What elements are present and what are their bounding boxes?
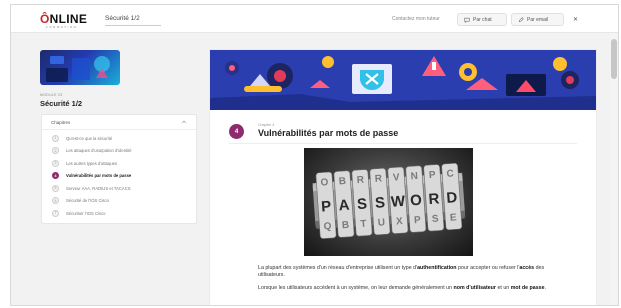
svg-text:S: S (374, 194, 385, 212)
svg-text:Q: Q (323, 221, 332, 233)
chapter-item[interactable]: 1 Qu'est-ce que la sécurité (42, 132, 196, 145)
contact-tutor-label: Contactez mon tuteur (392, 16, 440, 22)
paragraph-authentication: La plupart des systèmes d'un réseau d'en… (258, 265, 545, 278)
chapters-header[interactable]: Chapitres (42, 115, 196, 130)
chapter-number-badge: 4 (229, 124, 244, 139)
svg-text:D: D (446, 189, 458, 207)
chapter-item-label: Les attaques d'usurpation d'identité (66, 148, 132, 154)
svg-text:P: P (321, 198, 332, 216)
chapter-item[interactable]: 3 Les autres types d'attaques (42, 157, 196, 170)
paragraph-credentials: Lorsque les utilisateurs accèdent à un s… (258, 285, 547, 291)
email-button-label: Par email (527, 16, 549, 23)
chapter-number: 3 (52, 159, 59, 167)
scroll-thumb[interactable] (611, 39, 617, 79)
svg-text:S: S (357, 195, 368, 213)
app-window: ÔNLINE FORMATION Sécurité 1/2 Contactez … (10, 4, 619, 306)
chat-button-label: Par chat (473, 16, 492, 23)
svg-text:C: C (446, 168, 454, 179)
chapter-item-label: Qu'est-ce que la sécurité (66, 135, 113, 141)
chevron-up-icon (181, 120, 187, 124)
chapter-item[interactable]: 2 Les attaques d'usurpation d'identité (42, 145, 196, 158)
chapter-number: 4 (52, 172, 59, 180)
chapters-heading: Chapitres (51, 119, 71, 125)
svg-text:V: V (393, 172, 401, 183)
svg-text:O: O (410, 192, 423, 210)
course-progress-line (105, 25, 161, 26)
chapter-number: 7 (52, 209, 59, 217)
pencil-icon (518, 16, 524, 22)
lesson-content: 4 Chapitre 4 Vulnérabilités par mots de … (209, 49, 597, 305)
chapter-item-active[interactable]: 4 Vulnérabilités par mots de passe (42, 170, 196, 183)
svg-text:B: B (342, 220, 350, 231)
logo-accent: Ô (40, 12, 50, 26)
svg-text:W: W (390, 193, 406, 211)
chapter-title: Vulnérabilités par mots de passe (258, 128, 399, 138)
chapter-item-label: Serveur AAA, RADIUS et TACACS (66, 185, 131, 191)
chapter-number: 6 (52, 197, 59, 205)
page-scrollbar[interactable] (610, 33, 618, 305)
svg-text:P: P (414, 215, 422, 226)
chapter-number: 1 (52, 134, 59, 142)
svg-text:A: A (338, 197, 350, 215)
close-button[interactable]: ✕ (569, 13, 582, 26)
svg-text:N: N (410, 171, 418, 182)
chat-button[interactable]: Par chat (457, 13, 507, 26)
chapters-panel: Chapitres 1 Qu'est-ce que la sécurité 2 Le… (41, 114, 197, 224)
module-label: MODULE 23 (40, 93, 63, 97)
svg-text:P: P (429, 170, 437, 181)
chapter-label: Chapitre 4 (258, 123, 275, 127)
svg-text:S: S (432, 213, 440, 224)
email-button[interactable]: Par email (511, 13, 564, 26)
chapter-item[interactable]: 7 Sécuriser l'IOS Cisco (42, 207, 196, 220)
chapter-list: 1 Qu'est-ce que la sécurité 2 Les attaques… (42, 130, 196, 220)
top-bar: ÔNLINE FORMATION Sécurité 1/2 Contactez … (11, 5, 618, 33)
logo-text: NLINE (49, 12, 88, 26)
chapter-number: 5 (52, 184, 59, 192)
chat-icon (464, 17, 470, 23)
password-lock-image: OBRRVNPC QBTUXPSE PASSWORD (304, 148, 473, 256)
chapter-item[interactable]: 5 Serveur AAA, RADIUS et TACACS (42, 182, 196, 195)
chapter-item-label: Sécurité de l'IOS Cisco (66, 198, 109, 204)
module-name: Sécurité 1/2 (40, 99, 83, 108)
main-area: MODULE 23 Sécurité 1/2 Chapitres 1 Qu'est… (11, 33, 610, 305)
svg-text:X: X (396, 216, 404, 227)
close-icon: ✕ (572, 17, 579, 23)
svg-text:E: E (450, 212, 458, 223)
svg-text:T: T (360, 219, 367, 230)
svg-text:U: U (377, 217, 385, 228)
chapter-banner (210, 50, 596, 110)
module-thumbnail (40, 50, 120, 85)
divider (229, 143, 577, 144)
svg-text:R: R (428, 190, 440, 208)
svg-text:O: O (320, 177, 329, 189)
chapter-item-label: Sécuriser l'IOS Cisco (66, 210, 106, 216)
chapter-number: 2 (52, 147, 59, 155)
logo[interactable]: ÔNLINE (40, 12, 87, 26)
course-title: Sécurité 1/2 (105, 15, 140, 22)
svg-text:B: B (338, 176, 346, 187)
chapter-item-label: Vulnérabilités par mots de passe (66, 173, 132, 179)
chapter-item[interactable]: 6 Sécurité de l'IOS Cisco (42, 195, 196, 208)
chapter-item-label: Les autres types d'attaques (66, 160, 118, 166)
logo-subtitle: FORMATION (46, 25, 78, 29)
